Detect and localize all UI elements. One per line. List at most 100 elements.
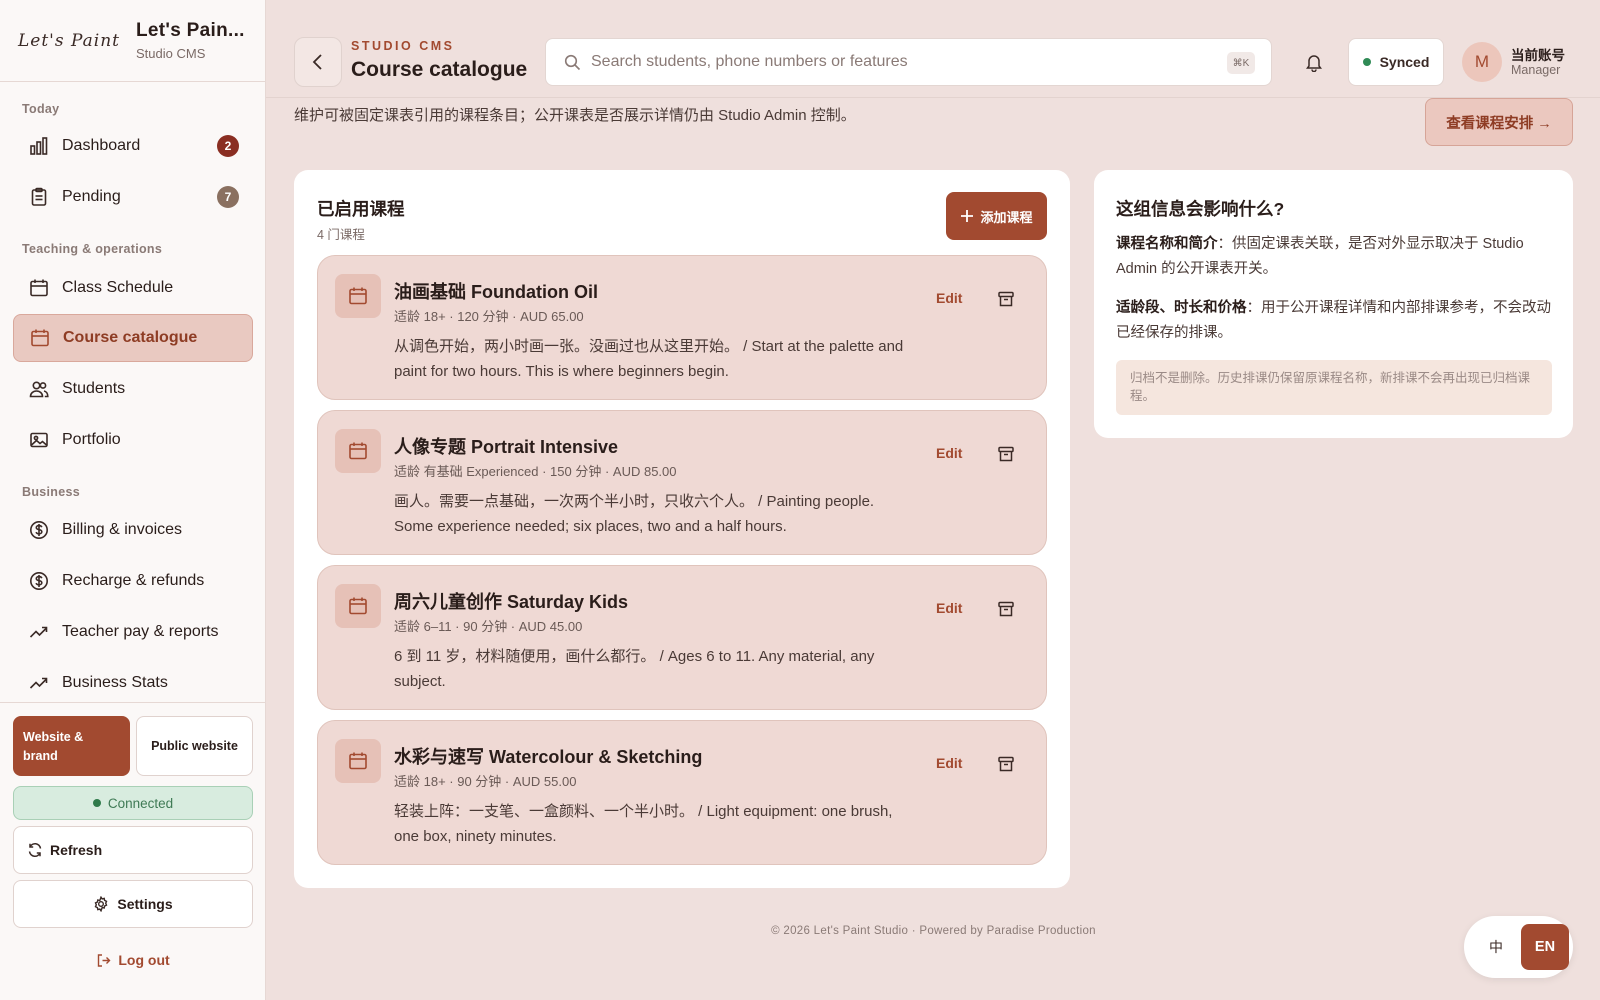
- course-title: 人像专题 Portrait Intensive: [394, 437, 619, 457]
- calendar-icon: [335, 274, 381, 318]
- settings-button[interactable]: Settings: [13, 880, 253, 928]
- sidebar-item-label: Dashboard: [62, 137, 141, 154]
- course-description: 6 到 11 岁，材料随便用，画什么都行。 / Ages 6 to 11. An…: [394, 648, 875, 690]
- sidebar-item-billing[interactable]: Billing & invoices: [13, 506, 253, 554]
- sidebar-item-course-catalogue[interactable]: Course catalogue: [13, 314, 253, 362]
- language-switch: 中 EN: [1464, 916, 1573, 978]
- course-item[interactable]: 油画基础 Foundation Oil 适龄 18+ · 120 分钟 · AU…: [317, 255, 1047, 400]
- view-schedule-button[interactable]: 查看课程安排 →: [1425, 98, 1573, 146]
- account-role: Manager: [1511, 63, 1561, 77]
- sidebar-item-label: Pending: [62, 188, 121, 205]
- info-label: 课程名称和简介: [1116, 236, 1218, 252]
- add-course-label: 添加课程: [980, 209, 1033, 225]
- search-bar[interactable]: Search students, phone numbers or featur…: [545, 38, 1272, 86]
- settings-label: Settings: [117, 896, 173, 912]
- archive-icon[interactable]: [993, 441, 1019, 467]
- course-description: 从调色开始，两小时画一张。没画过也从这里开始。 / Start at the p…: [394, 338, 904, 380]
- sidebar-item-dashboard[interactable]: Dashboard 2: [13, 122, 253, 170]
- brand-name: Let's Pain...: [136, 20, 245, 41]
- section-today: Today: [22, 102, 60, 116]
- brand: Let's Paint Let's Pain... Studio CMS: [0, 0, 265, 82]
- avatar[interactable]: M: [1462, 42, 1502, 82]
- info-card: 这组信息会影响什么? 课程名称和简介：供固定课表关联，是否对外显示取决于 Stu…: [1094, 170, 1573, 438]
- calendar-icon: [29, 327, 51, 349]
- brand-logo: Let's Paint: [18, 30, 121, 51]
- page-eyebrow: STUDIO CMS: [351, 39, 455, 53]
- clipboard-icon: [28, 186, 50, 208]
- website-brand-button[interactable]: Website & brand: [13, 716, 130, 776]
- page-title: Course catalogue: [351, 58, 528, 81]
- sync-status-label: Synced: [1379, 54, 1430, 70]
- sidebar-item-label: Billing & invoices: [62, 521, 183, 538]
- add-course-button[interactable]: 添加课程: [946, 192, 1047, 240]
- sync-status-button[interactable]: Synced: [1348, 38, 1444, 86]
- bar-chart-icon: [28, 135, 50, 157]
- trend-icon: [28, 672, 50, 694]
- sidebar-item-label: Course catalogue: [63, 329, 198, 346]
- calendar-icon: [335, 584, 381, 628]
- sidebar: Let's Paint Let's Pain... Studio CMS Tod…: [0, 0, 266, 1000]
- card-title: 已启用课程: [317, 199, 405, 219]
- info-label: 适龄段、时长和价格: [1116, 300, 1247, 316]
- sidebar-item-portfolio[interactable]: Portfolio: [13, 416, 253, 464]
- archive-icon[interactable]: [993, 751, 1019, 777]
- course-meta: 适龄 18+ · 90 分钟 · AUD 55.00: [394, 774, 577, 789]
- account-name: 当前账号: [1511, 48, 1565, 63]
- plus-icon: [960, 209, 974, 223]
- courses-card: 已启用课程 4 门课程 添加课程 油画基础 Foundation Oil 适龄 …: [294, 170, 1070, 888]
- search-input[interactable]: Search students, phone numbers or featur…: [591, 53, 908, 71]
- edit-button[interactable]: Edit: [936, 445, 962, 461]
- course-description: 画人。需要一点基础，一次两个半小时，只收六个人。 / Painting peop…: [394, 493, 875, 535]
- sidebar-item-teacher-pay[interactable]: Teacher pay & reports: [13, 608, 253, 656]
- brand-subtitle: Studio CMS: [136, 46, 206, 61]
- logout-icon: [96, 953, 111, 968]
- refresh-button[interactable]: Refresh: [13, 826, 253, 874]
- notifications-button[interactable]: [1296, 37, 1332, 87]
- course-item[interactable]: 周六儿童创作 Saturday Kids 适龄 6–11 · 90 分钟 · A…: [317, 565, 1047, 710]
- connection-status: Connected: [13, 786, 253, 820]
- back-button[interactable]: [294, 37, 342, 87]
- logout-label: Log out: [118, 952, 170, 968]
- info-paragraph-name: 课程名称和简介：供固定课表关联，是否对外显示取决于 Studio Admin 的…: [1116, 232, 1552, 282]
- refresh-label: Refresh: [50, 842, 103, 858]
- section-business: Business: [22, 485, 80, 499]
- public-website-button[interactable]: Public website: [136, 716, 253, 776]
- lang-zh-button[interactable]: 中: [1478, 924, 1514, 970]
- course-item[interactable]: 人像专题 Portrait Intensive 适龄 有基础 Experienc…: [317, 410, 1047, 555]
- calendar-icon: [335, 739, 381, 783]
- archive-icon[interactable]: [993, 596, 1019, 622]
- page-description: 维护可被固定课表引用的课程条目；公开课表是否展示详情仍由 Studio Admi…: [294, 107, 856, 124]
- sidebar-item-class-schedule[interactable]: Class Schedule: [13, 264, 253, 312]
- notification-badge: 2: [217, 135, 239, 157]
- sidebar-item-label: Teacher pay & reports: [62, 623, 219, 640]
- image-icon: [28, 429, 50, 451]
- course-description: 轻装上阵：一支笔、一盒颜料、一个半小时。 / Light equipment: …: [394, 803, 893, 845]
- status-dot: [1362, 58, 1371, 66]
- lang-en-button[interactable]: EN: [1521, 924, 1569, 970]
- dollar-icon: [28, 570, 50, 592]
- chevron-left-icon: [311, 53, 325, 71]
- logout-button[interactable]: Log out: [13, 944, 253, 976]
- course-item[interactable]: 水彩与速写 Watercolour & Sketching 适龄 18+ · 9…: [317, 720, 1047, 865]
- course-title: 水彩与速写 Watercolour & Sketching: [394, 747, 703, 767]
- sidebar-item-students[interactable]: Students: [13, 365, 253, 413]
- calendar-icon: [335, 429, 381, 473]
- search-icon: [564, 54, 581, 71]
- course-meta: 适龄 18+ · 120 分钟 · AUD 65.00: [394, 309, 584, 324]
- sidebar-item-recharge[interactable]: Recharge & refunds: [13, 557, 253, 605]
- course-meta: 适龄 有基础 Experienced · 150 分钟 · AUD 85.00: [394, 464, 677, 479]
- calendar-icon: [28, 277, 50, 299]
- notification-badge: 7: [217, 186, 239, 208]
- course-meta: 适龄 6–11 · 90 分钟 · AUD 45.00: [394, 619, 583, 634]
- connection-label: Connected: [107, 795, 174, 811]
- archive-icon[interactable]: [993, 286, 1019, 312]
- sidebar-item-pending[interactable]: Pending 7: [13, 173, 253, 221]
- dollar-icon: [28, 519, 50, 541]
- edit-button[interactable]: Edit: [936, 755, 962, 771]
- edit-button[interactable]: Edit: [936, 290, 962, 306]
- sidebar-item-label: Students: [62, 380, 126, 397]
- status-dot: [92, 799, 101, 807]
- course-count: 4 门课程: [317, 228, 365, 242]
- edit-button[interactable]: Edit: [936, 600, 962, 616]
- sidebar-item-business-stats[interactable]: Business Stats: [13, 659, 253, 707]
